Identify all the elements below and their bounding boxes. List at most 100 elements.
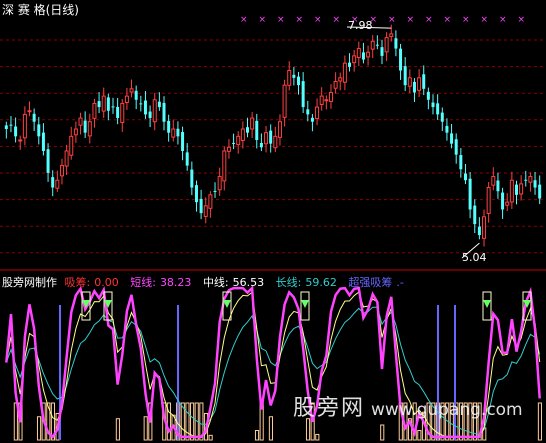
candle-body-down — [468, 178, 472, 210]
absorb-bar — [36, 416, 42, 441]
candle-body-up — [417, 77, 422, 91]
candle-body-down — [185, 152, 189, 166]
absorb-bar — [417, 430, 422, 441]
candle-body-up — [384, 37, 389, 53]
candle-body-down — [14, 126, 18, 137]
candle-body-up — [250, 117, 255, 130]
candle-body-down — [181, 132, 185, 151]
top-marker: × — [462, 15, 470, 25]
candle-body-down — [412, 81, 416, 93]
legend-short: 短线: 38.23 — [130, 276, 192, 289]
candle-body-up — [217, 176, 222, 191]
candle-body-up — [73, 128, 78, 136]
candle-body-down — [106, 97, 110, 111]
candle-body-up — [528, 176, 533, 183]
chart-canvas[interactable]: × × × × × × × × × × × × × × × × — [0, 0, 546, 443]
candle-body-down — [454, 139, 458, 155]
buy-arrow — [483, 300, 491, 308]
candle-body-up — [236, 135, 241, 145]
top-marker: × — [296, 15, 304, 25]
candle-body-down — [431, 102, 435, 108]
candle-body-up — [352, 55, 357, 64]
chart-window: × × × × × × × × × × × × × × × × 深 赛 格(日线) 7.98 5.04 股旁网… — [0, 0, 546, 443]
legend-mid: 中线: 56.53 — [202, 276, 265, 289]
candle-body-down — [426, 91, 430, 100]
candle-body-up — [18, 139, 23, 142]
candle-body-down — [143, 100, 147, 115]
absorb-bar — [115, 418, 120, 441]
candle-body-down — [148, 111, 152, 119]
candle-body-up — [491, 176, 496, 186]
candle-body-up — [333, 80, 338, 89]
candle-body-down — [41, 132, 45, 151]
candle-body-down — [394, 38, 398, 49]
candle-body-down — [255, 120, 259, 140]
candle-body-up — [222, 150, 227, 182]
top-marker: × — [499, 15, 507, 25]
candle-body-down — [361, 52, 365, 60]
candle-body-up — [264, 132, 269, 145]
window-title: 深 赛 格(日线) — [2, 3, 79, 17]
candle-body-down — [116, 106, 120, 119]
candle-body-up — [519, 183, 524, 195]
candle-body-down — [134, 90, 138, 100]
absorb-bar — [208, 434, 213, 441]
candle-body-up — [282, 84, 287, 118]
candle-body-up — [486, 187, 491, 214]
candle-body-down — [194, 185, 198, 203]
candle-body-down — [301, 81, 305, 108]
candle-body-down — [496, 180, 500, 192]
candle-body-up — [120, 102, 125, 123]
candle-body-up — [319, 95, 324, 105]
candle-body-down — [380, 47, 384, 56]
candle-body-up — [505, 201, 510, 206]
top-marker: × — [425, 15, 433, 25]
candle-body-down — [310, 117, 314, 122]
candle-body-down — [463, 173, 467, 181]
candle-body-down — [167, 120, 171, 133]
top-marker: × — [388, 15, 396, 25]
candle-body-up — [389, 33, 394, 37]
low-price-value: 5.04 — [462, 251, 487, 264]
candle-body-down — [9, 124, 13, 126]
candle-body-down — [348, 62, 352, 67]
indicator-legend: 股旁网制作 吸筹: 0.00 短线: 38.23 中线: 56.53 长线: 59.62… — [2, 274, 412, 290]
candle-body-down — [259, 142, 263, 148]
top-marker: × — [314, 15, 322, 25]
watermark-url: www.gupang.com — [371, 400, 523, 420]
top-marker: × — [407, 15, 415, 25]
candle-body-down — [477, 226, 481, 236]
candle-body-down — [501, 192, 505, 210]
candle-body-up — [338, 77, 343, 82]
candle-body-down — [297, 76, 301, 86]
candle-body-up — [277, 121, 282, 138]
candle-body-down — [538, 184, 542, 199]
low-price-label: 5.04 — [462, 251, 487, 264]
watermark-text: 股旁网 — [293, 396, 366, 421]
watermark: 股旁网 www.gupang.com — [293, 390, 523, 422]
candle-body-up — [482, 216, 487, 239]
absorb-bar — [380, 424, 385, 441]
candle-body-down — [399, 48, 403, 71]
candle-body-up — [129, 88, 134, 93]
candle-body-down — [111, 106, 115, 108]
top-marker: × — [277, 15, 285, 25]
candle-body-down — [436, 103, 440, 115]
top-marker: × — [481, 15, 489, 25]
candle-body-down — [450, 133, 454, 144]
candle-body-up — [366, 51, 371, 58]
absorb-bar — [254, 430, 260, 441]
absorb-bar — [537, 402, 542, 441]
candle-body-up — [315, 106, 320, 120]
top-marker: × — [444, 15, 452, 25]
candle-body-up — [203, 205, 208, 217]
candle-body-up — [87, 121, 92, 137]
candle-body-up — [356, 48, 361, 59]
candle-body-down — [190, 169, 194, 188]
candle-body-up — [226, 146, 231, 152]
candle-body-down — [524, 179, 528, 181]
candle-body-down — [473, 205, 477, 225]
candle-body-up — [59, 165, 64, 177]
candle-body-down — [213, 190, 217, 192]
candle-body-down — [292, 74, 296, 78]
